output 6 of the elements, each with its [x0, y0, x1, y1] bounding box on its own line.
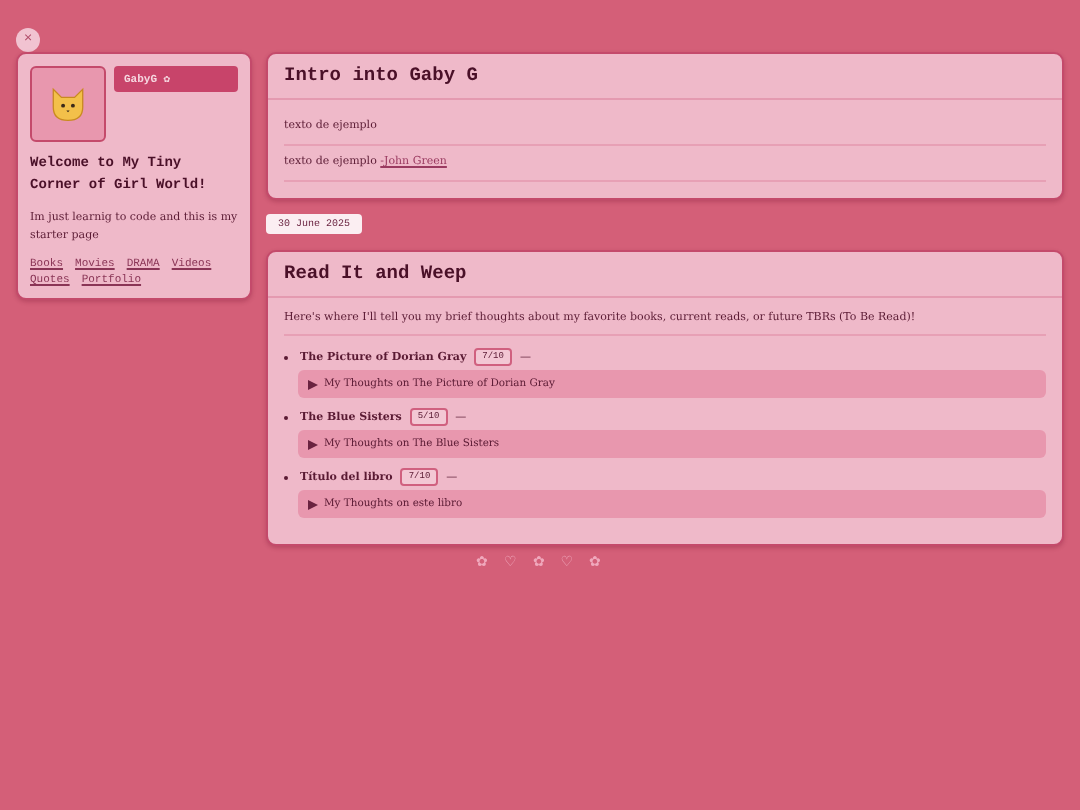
- disclosure-icon: [308, 379, 318, 389]
- cat-icon: [48, 86, 88, 122]
- disclosure-icon: [308, 499, 318, 509]
- disclosure-icon: [308, 439, 318, 449]
- section-title: Intro into Gaby G: [268, 54, 1062, 100]
- section-title: Read It and Weep: [268, 252, 1062, 298]
